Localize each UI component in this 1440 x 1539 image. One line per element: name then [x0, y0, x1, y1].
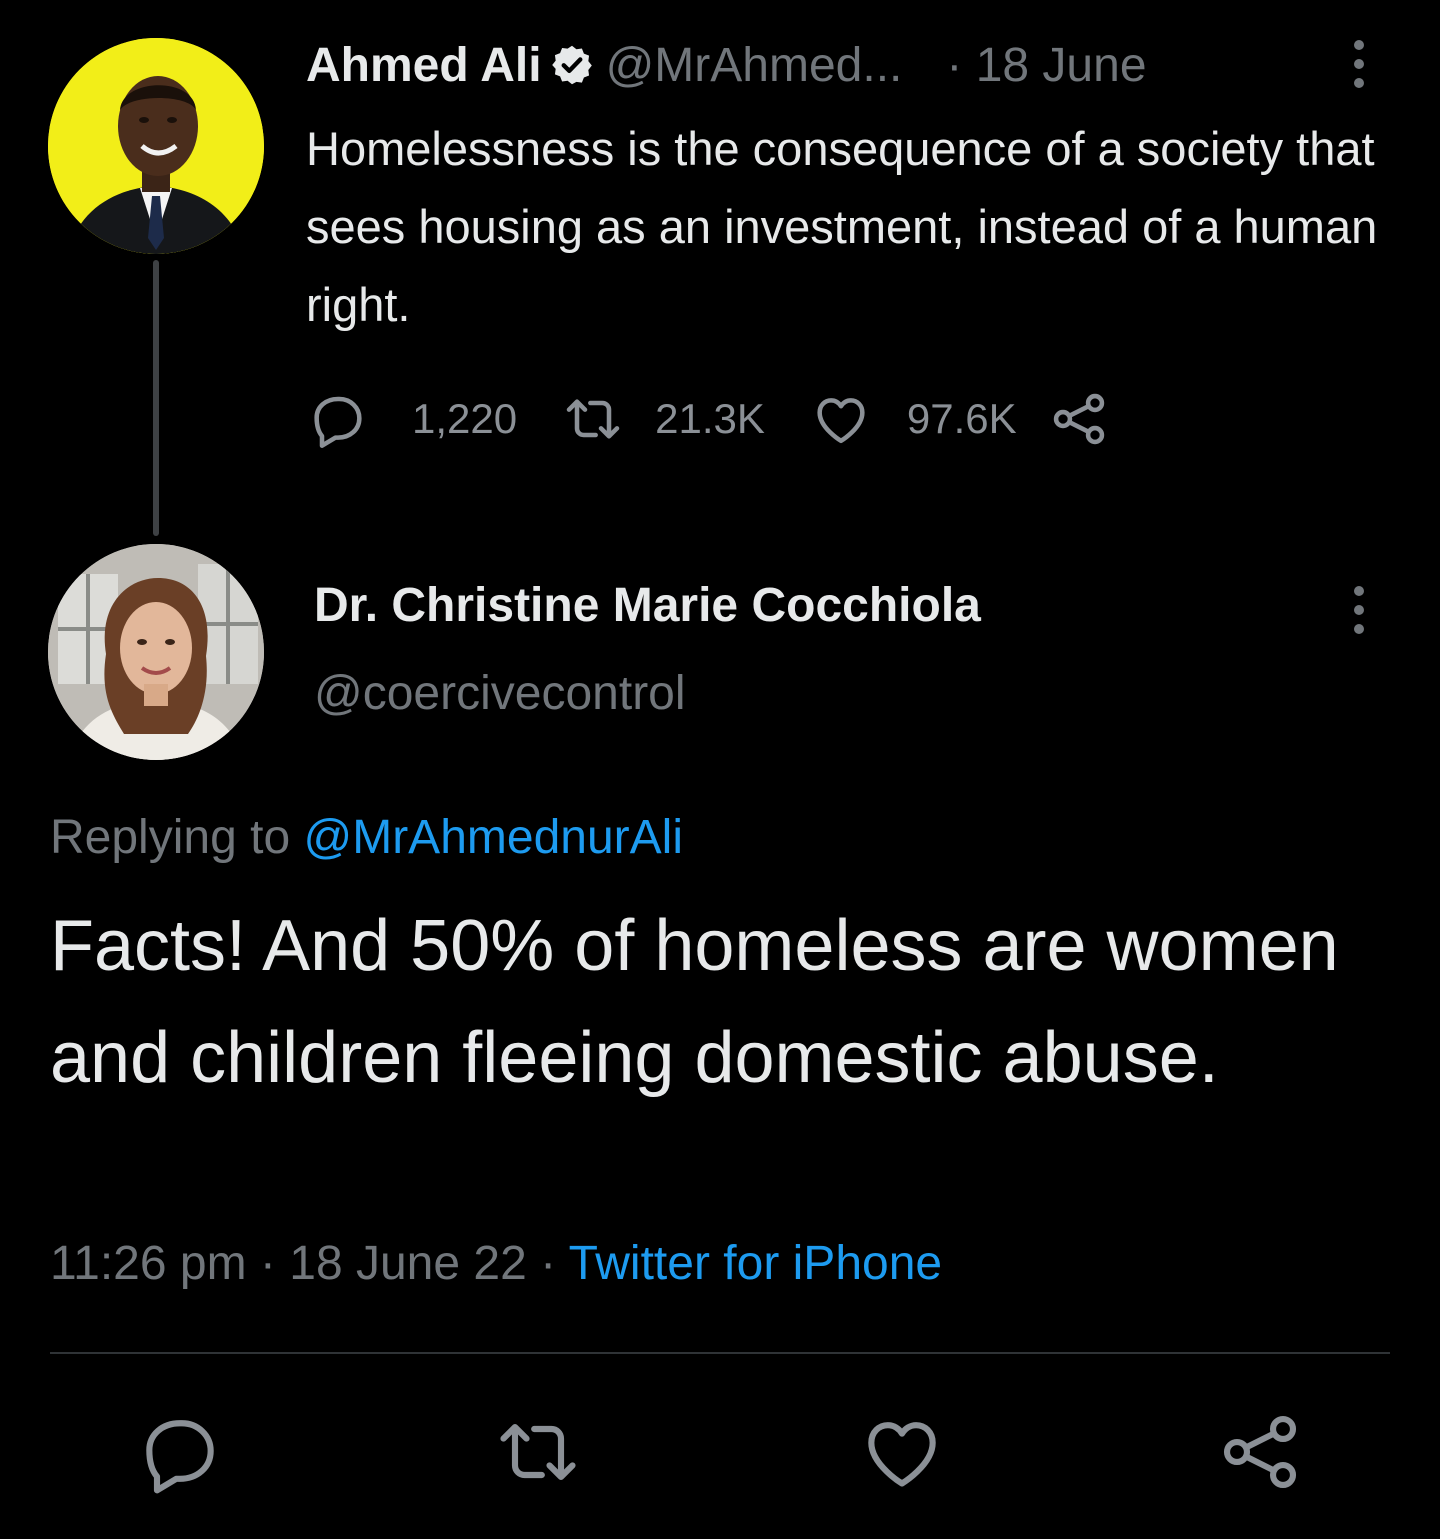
replying-to-mention-link[interactable]: @MrAhmednurAli — [303, 811, 683, 864]
share-icon — [1053, 393, 1104, 445]
heart-icon[interactable] — [856, 1406, 948, 1498]
verified-badge-icon — [551, 45, 592, 85]
reply-author-name[interactable]: Dr. Christine Marie Cocchiola — [314, 578, 981, 633]
share-icon[interactable] — [1214, 1406, 1306, 1498]
meta-separator: · — [540, 1237, 557, 1290]
parent-reply-count: 1,220 — [412, 395, 518, 442]
avatar-illustration — [48, 38, 264, 254]
retweet-icon[interactable] — [492, 1406, 584, 1498]
more-vertical-icon[interactable] — [1348, 38, 1370, 90]
parent-retweet-action[interactable]: 21.3K — [561, 387, 809, 451]
parent-author-name[interactable]: Ahmed Ali — [306, 38, 542, 93]
parent-tweet-text: Homelessness is the consequence of a soc… — [306, 122, 1378, 331]
thread-connector-line — [153, 260, 159, 536]
parent-author-handle[interactable]: @MrAhmed... — [606, 38, 903, 93]
retweet-icon — [566, 399, 620, 439]
tweet-meta: 11:26 pm · 18 June 22 · Twitter for iPho… — [50, 1236, 942, 1291]
parent-share-action[interactable] — [1047, 387, 1111, 451]
christine-cocchiola-avatar[interactable] — [48, 544, 264, 760]
tweet-detail-screen: Ahmed Ali @MrAhmed... · 18 June Homeless… — [0, 0, 1440, 1539]
replying-to-line: Replying to @MrAhmednurAli — [50, 810, 683, 865]
reply-tweet-text: Facts! And 50% of homeless are women and… — [50, 906, 1339, 1098]
reply-author-handle[interactable]: @coercivecontrol — [314, 666, 686, 721]
meta-separator: · — [259, 1237, 276, 1290]
parent-like-action[interactable]: 97.6K — [809, 387, 1047, 451]
replying-to-label: Replying to — [50, 811, 291, 864]
divider — [50, 1352, 1390, 1354]
parent-tweet-actions: 1,220 21.3K 97.6K — [306, 384, 1111, 454]
reply-icon — [314, 396, 362, 448]
parent-reply-action[interactable]: 1,220 — [306, 387, 561, 451]
ahmed-ali-avatar[interactable] — [48, 38, 264, 254]
tweet-time[interactable]: 11:26 pm — [50, 1237, 247, 1290]
heart-icon — [817, 398, 865, 444]
tweet-date[interactable]: 18 June 22 — [289, 1237, 527, 1290]
avatar-illustration — [48, 544, 264, 760]
parent-tweet-header: Ahmed Ali @MrAhmed... · 18 June — [306, 30, 1147, 100]
parent-like-count: 97.6K — [906, 395, 1017, 442]
tweet-source-link[interactable]: Twitter for iPhone — [569, 1237, 943, 1290]
reply-icon[interactable] — [134, 1406, 226, 1498]
parent-retweet-count: 21.3K — [655, 395, 765, 442]
more-vertical-icon[interactable] — [1348, 584, 1370, 636]
parent-tweet-date[interactable]: · 18 June — [946, 38, 1146, 93]
